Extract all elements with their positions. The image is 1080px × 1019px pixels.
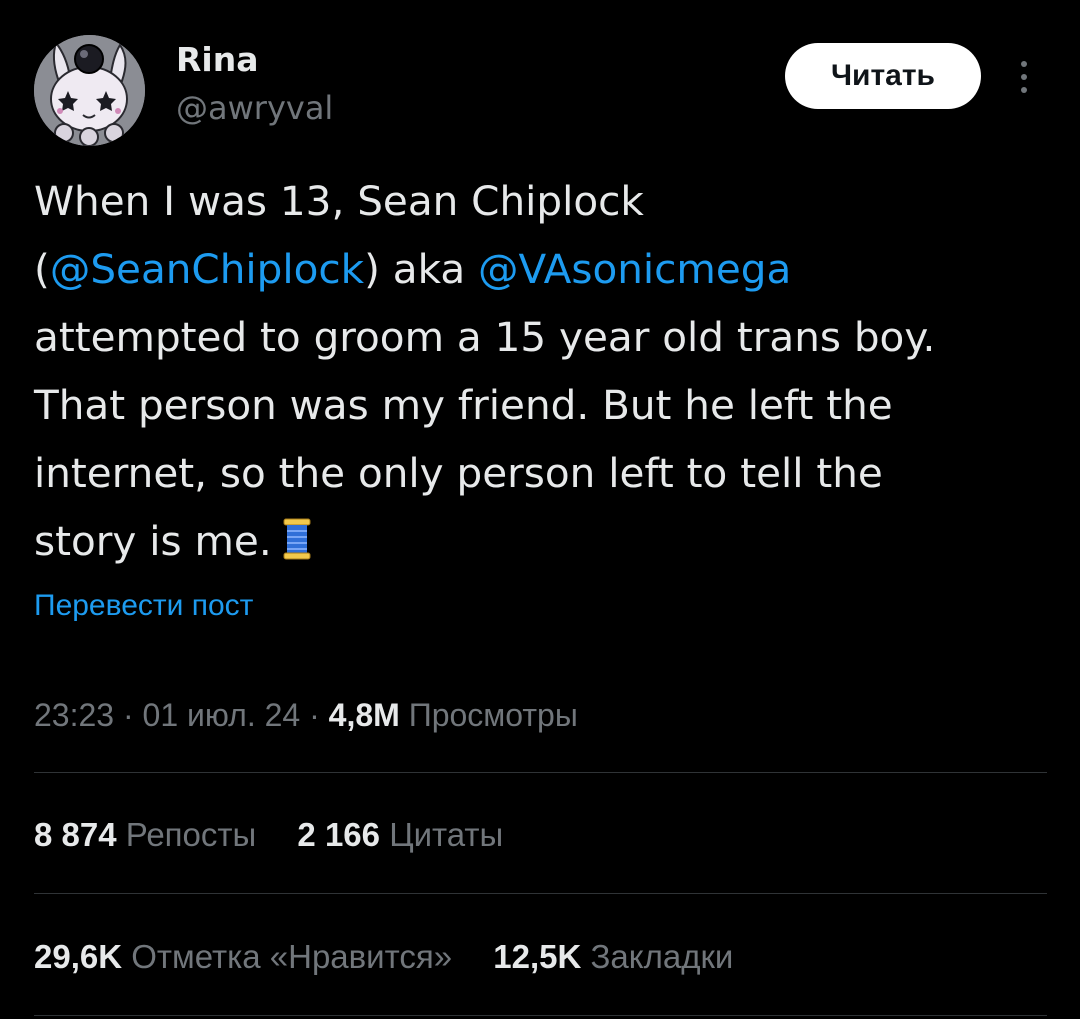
reposts-label: Репосты (125, 816, 257, 853)
divider (34, 893, 1047, 894)
author-name[interactable]: Rina (176, 38, 258, 82)
tweet-line: When I was 13, Sean Chiplock (34, 177, 644, 225)
meta-separator: · (122, 697, 134, 733)
mention-link[interactable]: @VAsonicmega (478, 245, 791, 293)
reposts-stat[interactable]: 8 874 Репосты (34, 810, 256, 860)
tweet-date[interactable]: 01 июл. 24 (143, 697, 301, 733)
bookmarks-stat[interactable]: 12,5K Закладки (493, 932, 733, 982)
quotes-count: 2 166 (297, 816, 381, 853)
reposts-count: 8 874 (34, 816, 117, 853)
quotes-stat[interactable]: 2 166 Цитаты (297, 810, 503, 860)
tweet-time[interactable]: 23:23 (34, 697, 114, 733)
quotes-label: Цитаты (389, 816, 504, 853)
more-dot (1021, 87, 1027, 93)
likes-label: Отметка «Нравится» (131, 938, 453, 975)
divider (34, 1015, 1047, 1016)
tweet-line: internet, so the only person left to tel… (34, 449, 883, 497)
tweet-text: When I was 13, Sean Chiplock (@SeanChipl… (34, 167, 1044, 575)
views-count: 4,8M (328, 697, 400, 733)
more-options-icon[interactable] (1006, 55, 1042, 99)
meta-separator: · (309, 697, 320, 733)
bookmarks-label: Закладки (590, 938, 734, 975)
avatar-bunny-icon (34, 35, 145, 146)
likes-count: 29,6K (34, 938, 123, 975)
tweet-line: story is me. (34, 507, 1044, 575)
tweet-line: (@SeanChiplock) aka @VAsonicmega (34, 245, 792, 293)
author-handle[interactable]: @awryval (176, 86, 333, 130)
stats-row-reposts: 8 874 Репосты 2 166 Цитаты (34, 810, 503, 860)
tweet-line: attempted to groom a 15 year old trans b… (34, 313, 936, 361)
spool-of-thread-icon (282, 513, 312, 581)
views-label: Просмотры (408, 697, 578, 733)
more-dot (1021, 61, 1027, 67)
divider (34, 772, 1047, 773)
tweet-line: That person was my friend. But he left t… (34, 381, 893, 429)
mention-link[interactable]: @SeanChiplock (50, 245, 364, 293)
more-dot (1021, 74, 1027, 80)
likes-stat[interactable]: 29,6K Отметка «Нравится» (34, 932, 452, 982)
avatar[interactable] (34, 35, 145, 146)
translate-post-link[interactable]: Перевести пост (34, 584, 253, 628)
tweet-meta: 23:23 · 01 июл. 24 · 4,8M Просмотры (34, 690, 578, 740)
stats-row-likes: 29,6K Отметка «Нравится» 12,5K Закладки (34, 932, 733, 982)
bookmarks-count: 12,5K (493, 938, 582, 975)
follow-button[interactable]: Читать (785, 43, 981, 109)
